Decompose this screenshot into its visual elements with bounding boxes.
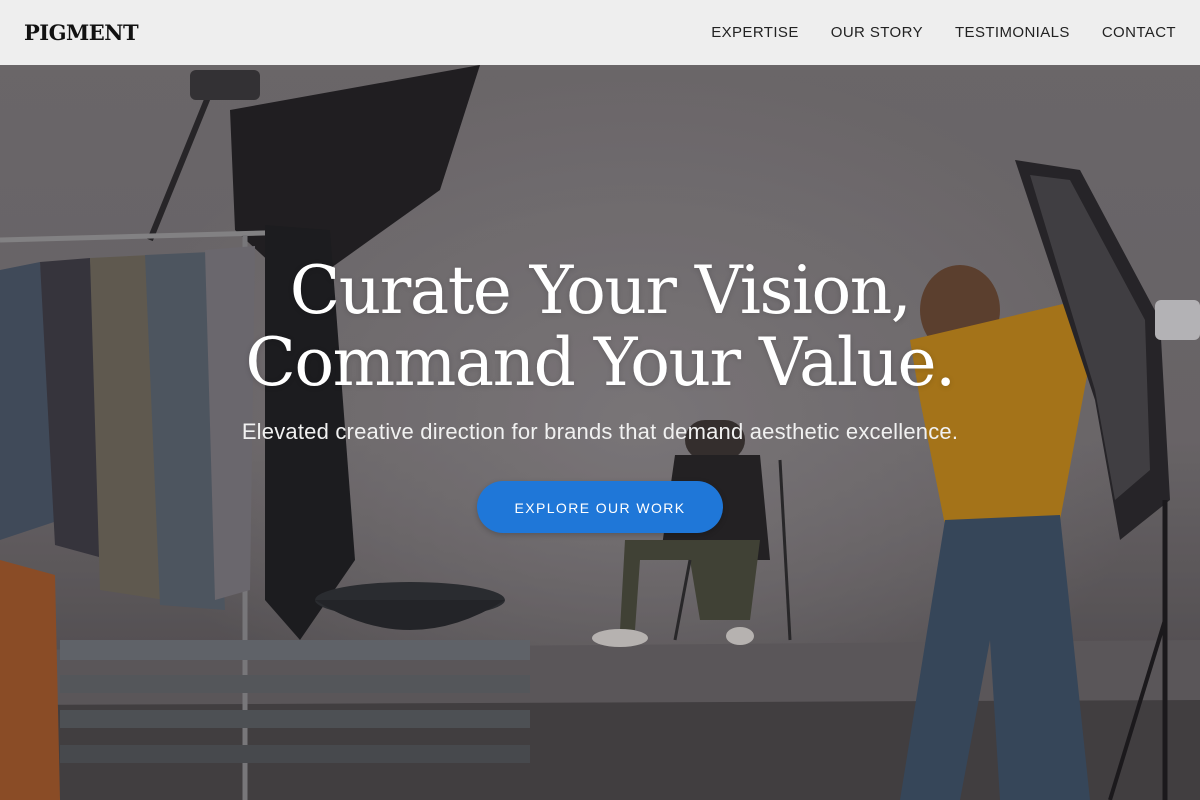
hero-headline: Curate Your Vision, Command Your Value.: [0, 255, 1200, 399]
hero-headline-line-1: Curate Your Vision,: [289, 252, 912, 329]
nav-link-contact[interactable]: CONTACT: [1102, 24, 1176, 41]
top-navbar: PIGMENT EXPERTISE OUR STORY TESTIMONIALS…: [0, 0, 1200, 65]
primary-nav: EXPERTISE OUR STORY TESTIMONIALS CONTACT: [711, 24, 1176, 41]
nav-link-testimonials[interactable]: TESTIMONIALS: [955, 24, 1070, 41]
nav-link-expertise[interactable]: EXPERTISE: [711, 24, 799, 41]
hero-section: Curate Your Vision, Command Your Value. …: [0, 255, 1200, 533]
hero-headline-line-2: Command Your Value.: [245, 324, 956, 401]
nav-link-our-story[interactable]: OUR STORY: [831, 24, 923, 41]
brand-logo[interactable]: PIGMENT: [24, 20, 139, 45]
landing-page: PIGMENT EXPERTISE OUR STORY TESTIMONIALS…: [0, 0, 1200, 800]
explore-our-work-button[interactable]: EXPLORE OUR WORK: [477, 481, 723, 533]
hero-subheadline: Elevated creative direction for brands t…: [241, 419, 959, 444]
